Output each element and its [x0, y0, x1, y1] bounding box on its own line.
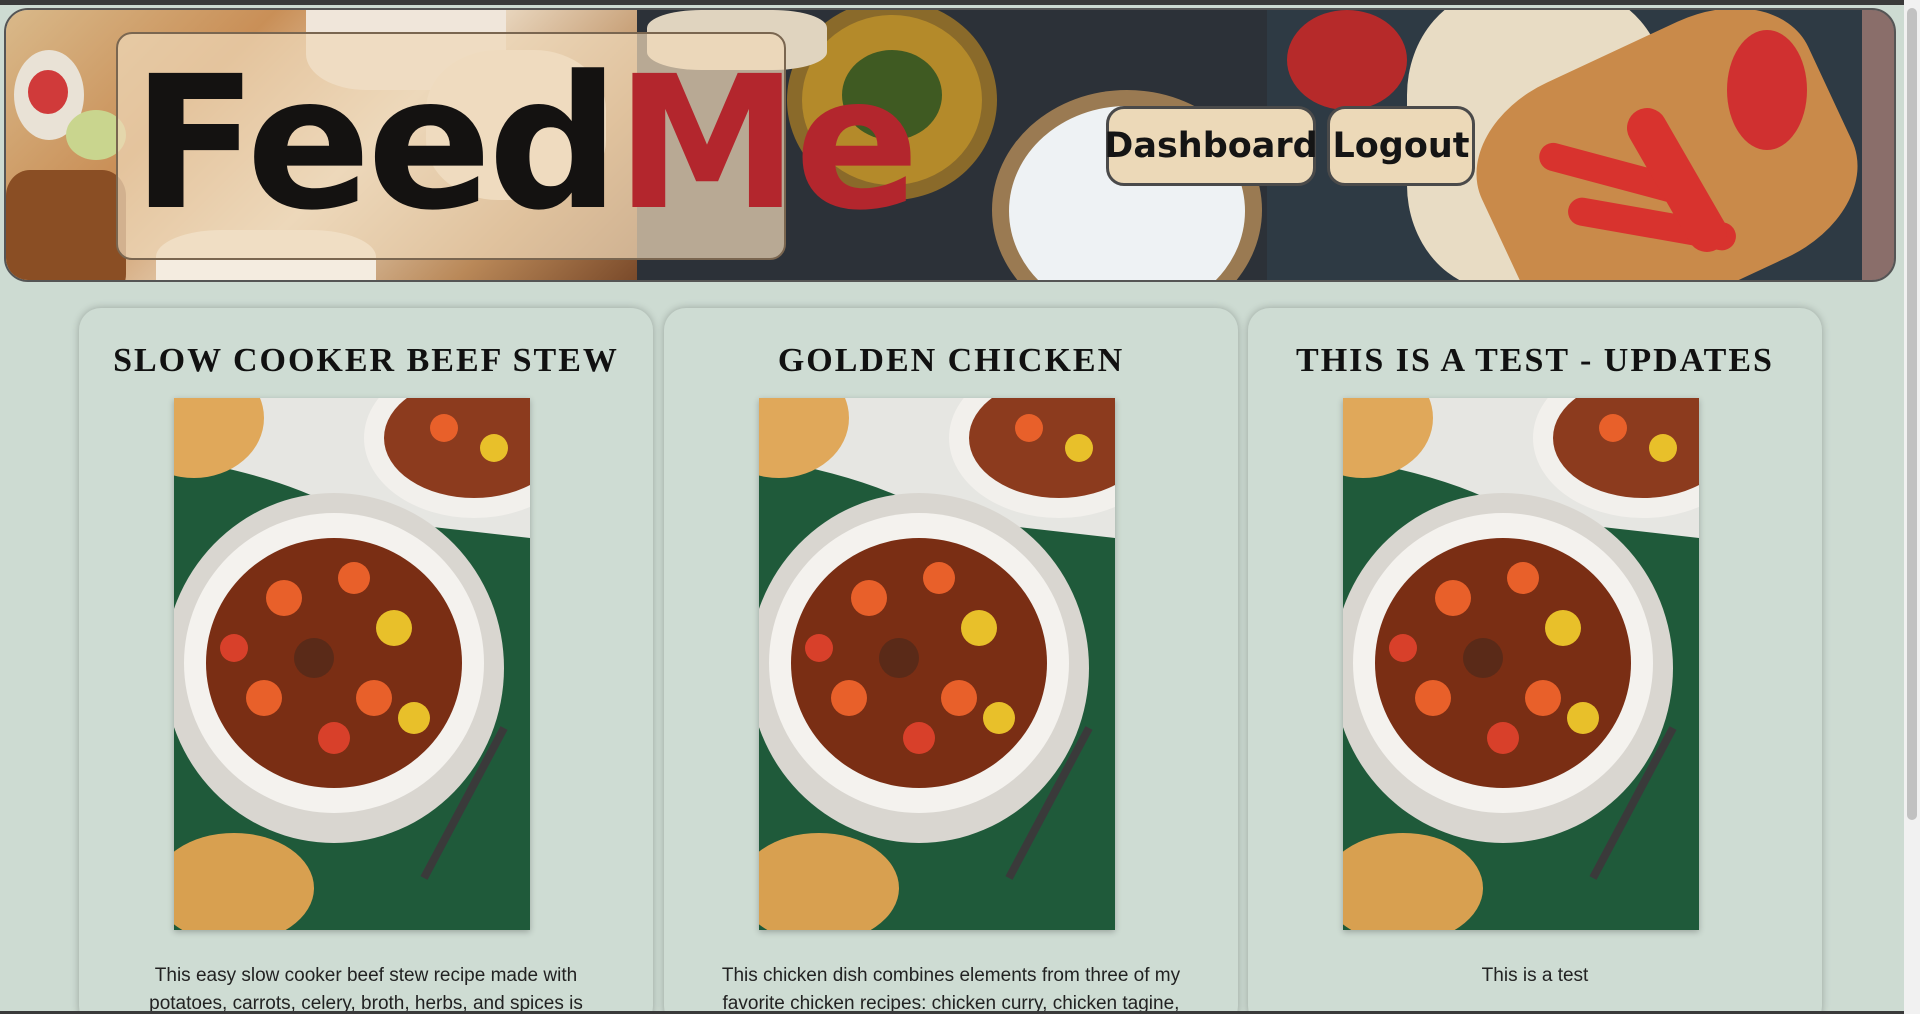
- recipe-image[interactable]: [1343, 398, 1699, 930]
- recipe-title[interactable]: GOLDEN CHICKEN: [664, 342, 1238, 380]
- recipe-description: This chicken dish combines elements from…: [721, 965, 1181, 1014]
- recipe-card[interactable]: THIS IS A TEST - UPDATES This is a test: [1248, 308, 1822, 1014]
- logo-text-me: Me: [615, 37, 920, 251]
- logo-text-feed: Feed: [132, 37, 620, 251]
- recipe-card[interactable]: GOLDEN CHICKEN This chicken dish combine…: [664, 308, 1238, 1014]
- recipe-description: This easy slow cooker beef stew recipe m…: [149, 965, 583, 1014]
- recipe-title[interactable]: SLOW COOKER BEEF STEW: [79, 342, 653, 380]
- stew-image-graphic: [1343, 398, 1699, 930]
- page-scrollbar-thumb[interactable]: [1907, 8, 1917, 820]
- recipe-title[interactable]: THIS IS A TEST - UPDATES: [1248, 342, 1822, 380]
- stew-image-graphic: [174, 398, 530, 930]
- recipe-card[interactable]: SLOW COOKER BEEF STEW This easy slow coo…: [79, 308, 653, 1014]
- window-top-border: [0, 0, 1920, 5]
- recipe-image[interactable]: [174, 398, 530, 930]
- recipe-image[interactable]: [759, 398, 1115, 930]
- dashboard-button[interactable]: Dashboard: [1104, 106, 1318, 186]
- logout-button[interactable]: Logout: [1327, 106, 1475, 186]
- site-logo[interactable]: FeedMe: [132, 36, 920, 252]
- recipe-description: This is a test: [1481, 965, 1589, 986]
- stew-image-graphic: [759, 398, 1115, 930]
